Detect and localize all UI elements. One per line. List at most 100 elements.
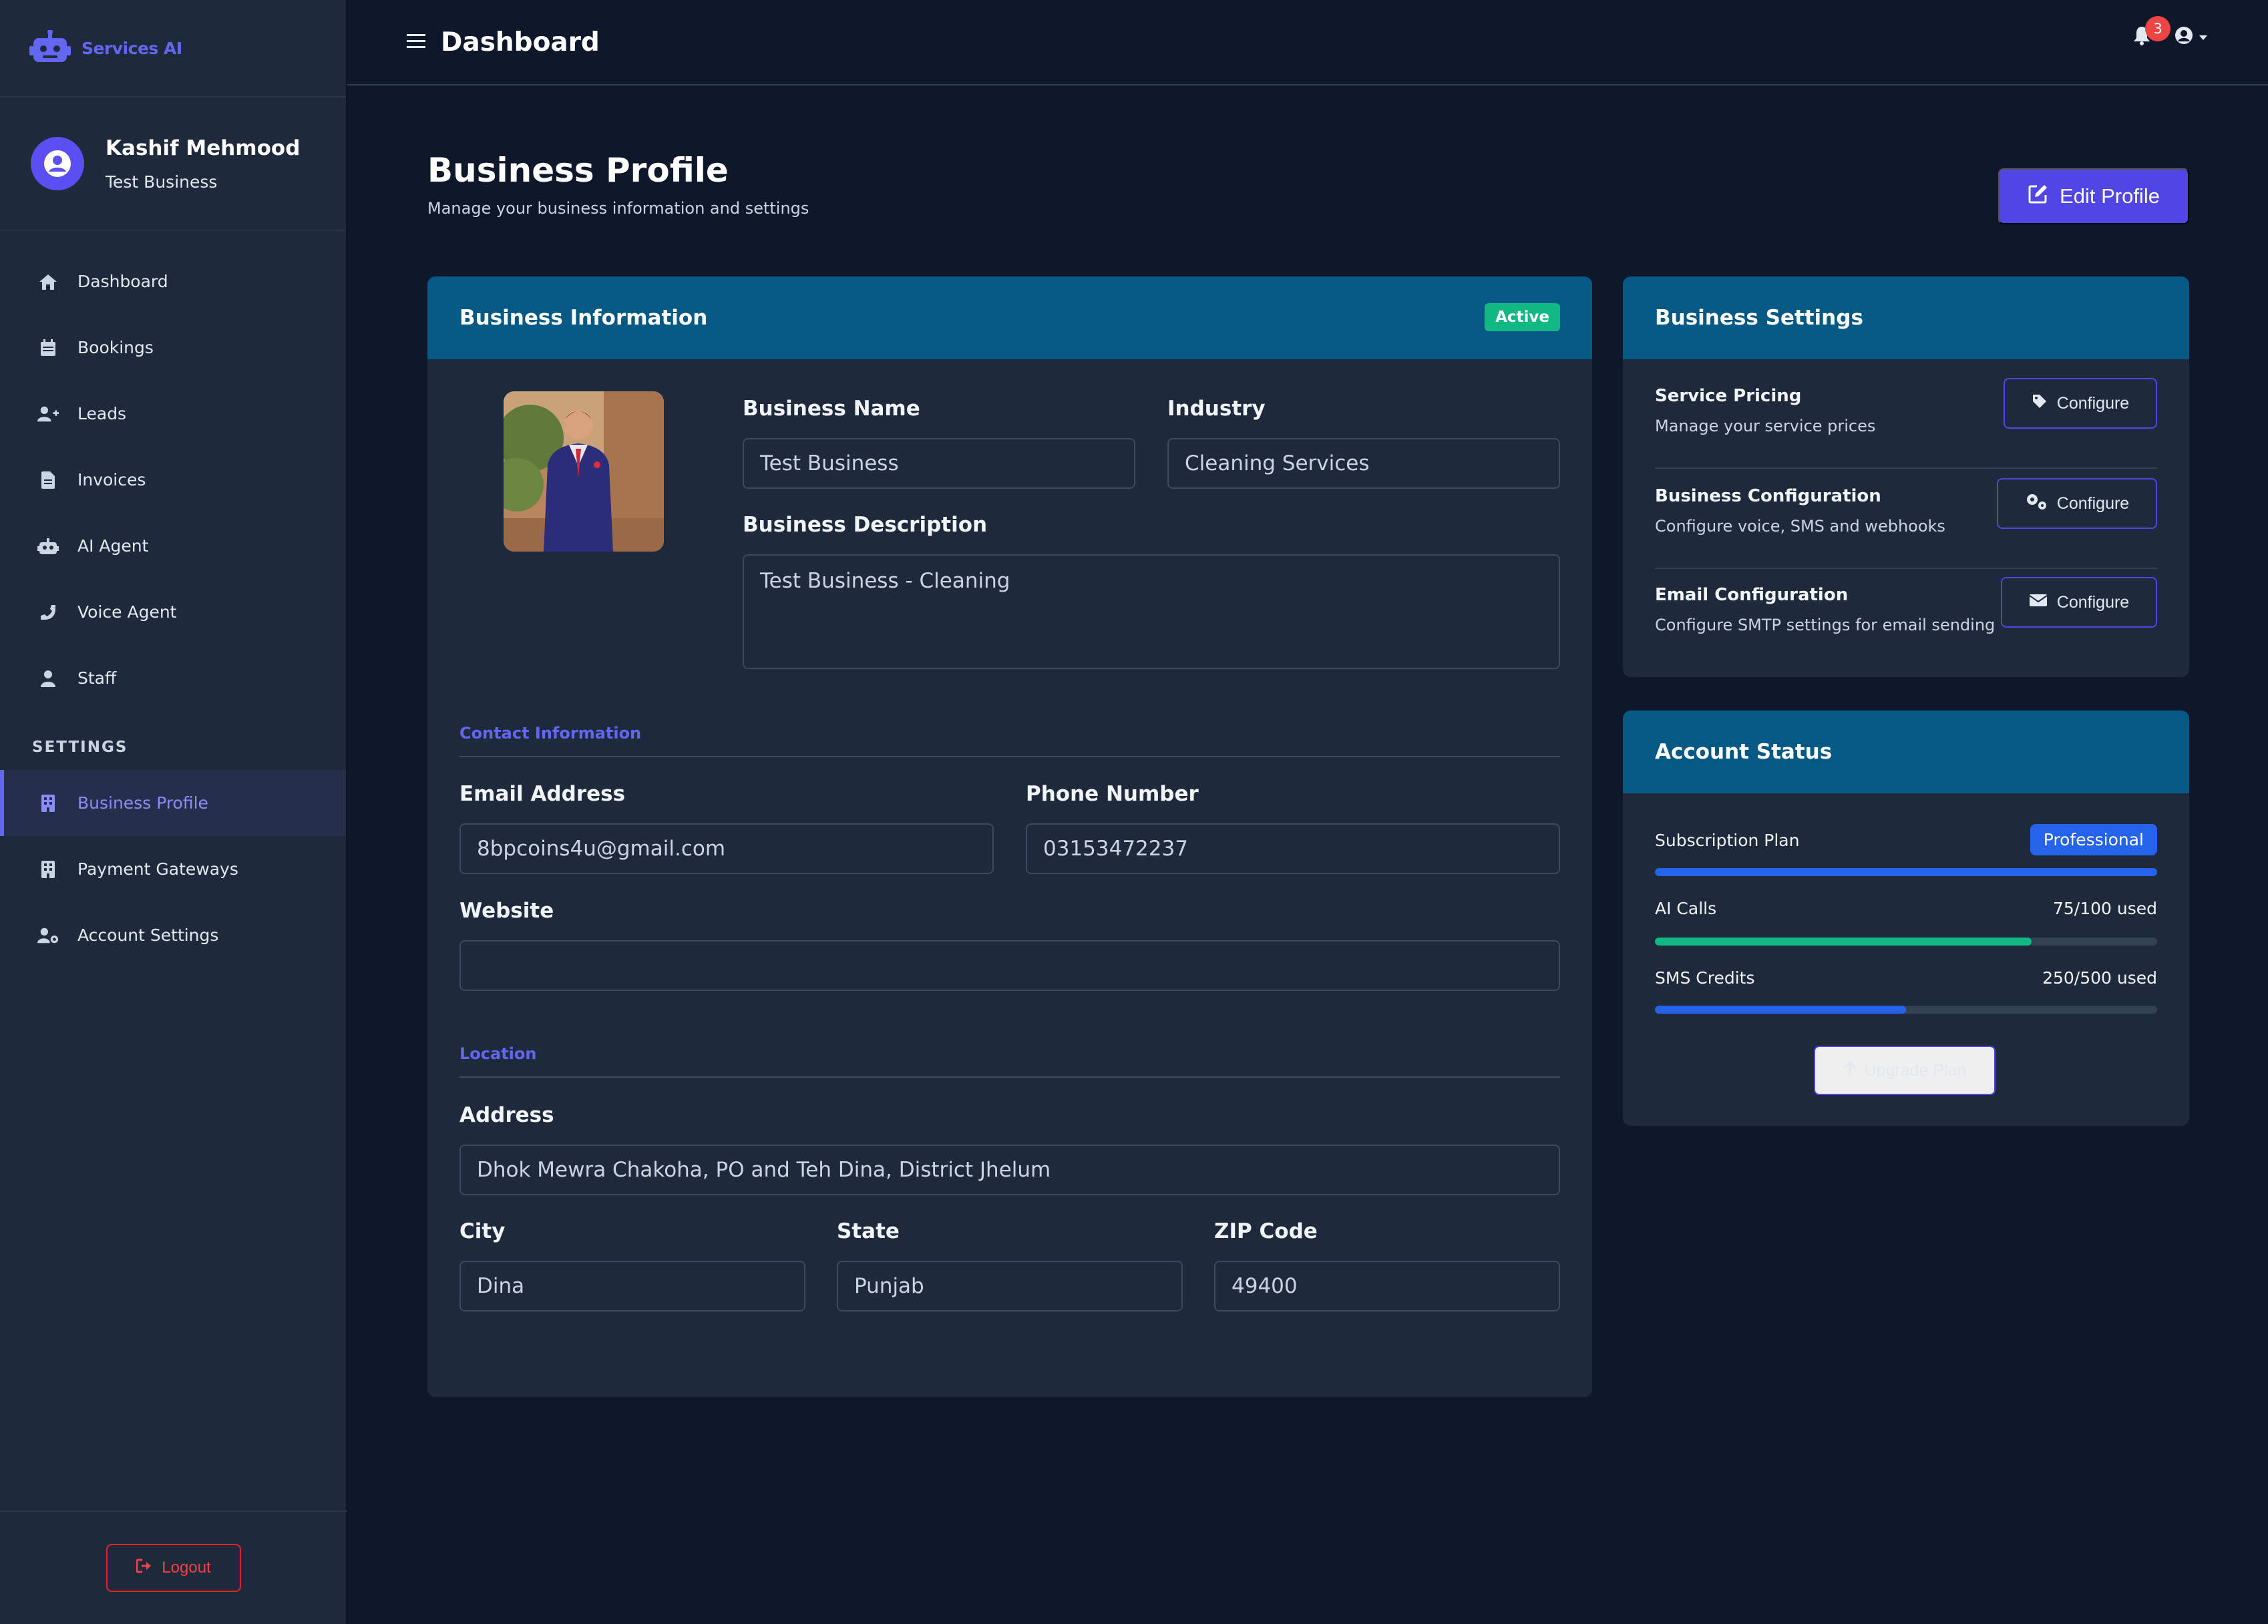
ai-calls-label: AI Calls [1655, 899, 1717, 918]
subscription-plan-row: Subscription Plan Professional [1655, 824, 2157, 879]
business-settings-header: Business Settings [1623, 276, 2189, 359]
sms-credits-usage: 250/500 used [2042, 968, 2157, 988]
page-title: Business Profile [427, 151, 729, 190]
sidebar-item-dashboard[interactable]: Dashboard [0, 248, 346, 315]
sidebar-item-payment-gateways[interactable]: Payment Gateways [0, 836, 346, 902]
sidebar-item-voice-agent[interactable]: Voice Agent [0, 579, 346, 645]
setting-subtitle: Configure voice, SMS and webhooks [1655, 517, 1945, 536]
sms-credits-row: SMS Credits 250/500 used [1655, 968, 2157, 1022]
user-gear-icon [37, 925, 59, 946]
robot-icon [29, 29, 71, 66]
zip-label: ZIP Code [1214, 1219, 1318, 1243]
zip-field[interactable]: 49400 [1214, 1261, 1560, 1311]
sidebar-item-account-settings[interactable]: Account Settings [0, 902, 346, 968]
business-settings-card: Business Settings Service Pricing Manage… [1623, 276, 2189, 677]
setting-title: Business Configuration [1655, 486, 1881, 506]
plan-progress-fill [1655, 868, 2157, 876]
upgrade-plan-button[interactable]: Upgrade Plan [1814, 1046, 1996, 1095]
website-field[interactable] [459, 940, 1560, 991]
user-business: Test Business [106, 172, 218, 192]
sidebar-item-label: AI Agent [77, 536, 149, 556]
hamburger-menu-icon[interactable] [406, 32, 426, 52]
sidebar-item-business-profile[interactable]: Business Profile [0, 770, 346, 836]
user-name: Kashif Mehmood [106, 136, 301, 160]
caret-down-icon [2199, 31, 2208, 43]
edit-profile-button[interactable]: Edit Profile [1998, 168, 2189, 224]
user-menu-button[interactable] [2175, 26, 2208, 47]
user-icon [37, 668, 59, 689]
brand[interactable]: Services AI [0, 0, 346, 97]
state-label: State [837, 1219, 900, 1243]
setting-title: Service Pricing [1655, 386, 1802, 406]
business-description-field[interactable]: Test Business - Cleaning [743, 554, 1560, 669]
business-name-label: Business Name [743, 397, 920, 421]
setting-subtitle: Configure SMTP settings for email sendin… [1655, 616, 1996, 634]
industry-field[interactable]: Cleaning Services [1167, 438, 1560, 489]
setting-subtitle: Manage your service prices [1655, 417, 1876, 435]
file-invoice-icon [37, 469, 59, 491]
sms-credits-progress-bar [1655, 1006, 2157, 1014]
city-label: City [459, 1219, 506, 1243]
sidebar-item-leads[interactable]: Leads [0, 381, 346, 447]
sidebar-footer: Logout [0, 1510, 347, 1624]
sidebar-item-label: Bookings [77, 338, 154, 357]
configure-email-configuration-button[interactable]: Configure [2001, 577, 2157, 628]
sidebar-item-label: Invoices [77, 470, 146, 489]
logout-label: Logout [162, 1559, 211, 1577]
sidebar: Services AI Kashif Mehmood Test Business… [0, 0, 347, 1624]
website-label: Website [459, 899, 554, 923]
email-field[interactable]: 8bpcoins4u@gmail.com [459, 823, 994, 874]
robot-icon [37, 536, 59, 557]
avatar [31, 137, 84, 190]
plan-progress-bar [1655, 868, 2157, 876]
edit-icon [2028, 183, 2049, 210]
card-title: Account Status [1655, 740, 1833, 764]
business-photo [504, 391, 664, 552]
city-field[interactable]: Dina [459, 1261, 805, 1311]
settings-heading: SETTINGS [32, 739, 128, 756]
email-label: Email Address [459, 782, 626, 806]
page-subtitle: Manage your business information and set… [427, 199, 809, 218]
configure-business-configuration-button[interactable]: Configure [1997, 478, 2157, 529]
business-description-label: Business Description [743, 513, 988, 537]
address-field[interactable]: Dhok Mewra Chakoha, PO and Teh Dina, Dis… [459, 1145, 1560, 1195]
calendar-icon [37, 337, 59, 359]
ai-calls-progress-fill [1655, 938, 2032, 946]
contact-section-label: Contact Information [459, 724, 642, 743]
topbar: Dashboard 3 [347, 0, 2268, 85]
user-profile: Kashif Mehmood Test Business [0, 97, 346, 231]
brand-name: Services AI [81, 38, 182, 58]
configure-service-pricing-button[interactable]: Configure [2004, 378, 2157, 429]
sidebar-item-staff[interactable]: Staff [0, 645, 346, 711]
topbar-title: Dashboard [441, 27, 600, 57]
phone-field[interactable]: 03153472237 [1026, 823, 1560, 874]
notification-count-badge: 3 [2145, 16, 2170, 41]
notifications-button[interactable]: 3 [2133, 16, 2170, 48]
card-title: Business Settings [1655, 306, 1863, 330]
business-name-field[interactable]: Test Business [743, 438, 1135, 489]
sidebar-item-ai-agent[interactable]: AI Agent [0, 513, 346, 579]
plan-badge: Professional [2030, 824, 2157, 855]
sms-credits-label: SMS Credits [1655, 968, 1755, 988]
ai-calls-row: AI Calls 75/100 used [1655, 899, 2157, 952]
home-icon [37, 271, 59, 292]
configure-label: Configure [2056, 393, 2130, 413]
address-label: Address [459, 1103, 554, 1127]
ai-calls-usage: 75/100 used [2052, 899, 2157, 918]
contact-divider [459, 756, 1560, 757]
gears-icon [2025, 492, 2048, 516]
business-information-header: Business Information Active [427, 276, 1592, 359]
edit-profile-label: Edit Profile [2060, 184, 2160, 208]
sidebar-item-label: Account Settings [77, 926, 219, 945]
phone-icon [37, 602, 59, 623]
sidebar-item-invoices[interactable]: Invoices [0, 447, 346, 513]
location-divider [459, 1076, 1560, 1078]
configure-label: Configure [2056, 592, 2130, 612]
logout-button[interactable]: Logout [106, 1544, 241, 1592]
sidebar-item-label: Voice Agent [77, 602, 177, 622]
status-badge: Active [1485, 303, 1560, 331]
sidebar-item-label: Payment Gateways [77, 859, 238, 879]
envelope-icon [2029, 593, 2048, 612]
sidebar-item-bookings[interactable]: Bookings [0, 315, 346, 381]
state-field[interactable]: Punjab [837, 1261, 1183, 1311]
